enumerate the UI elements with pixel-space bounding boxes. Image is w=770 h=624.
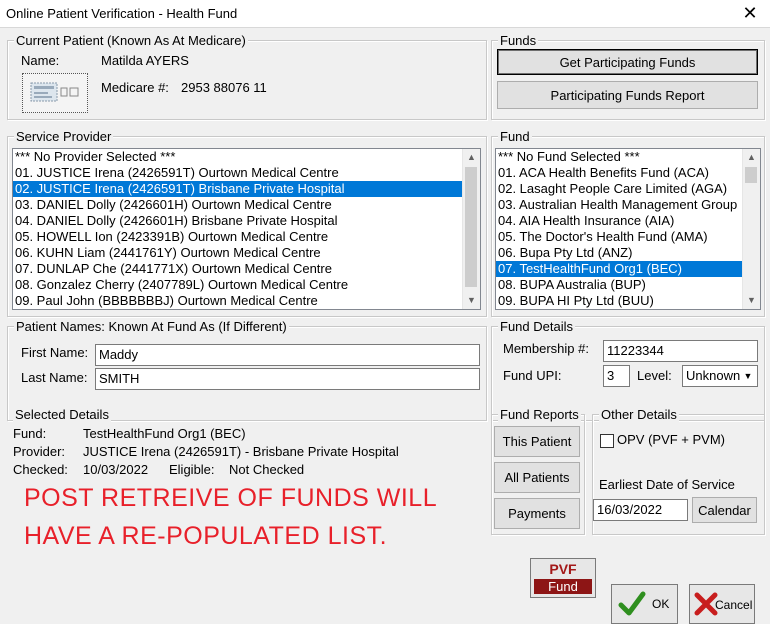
provider-list-item[interactable]: 09. Paul John (BBBBBBBJ) Ourtown Medical… xyxy=(13,293,480,309)
fund-upi-label: Fund UPI: xyxy=(503,368,562,383)
membership-label: Membership #: xyxy=(503,341,589,356)
checkmark-icon xyxy=(618,590,646,621)
selected-provider-label: Provider: xyxy=(13,444,66,459)
eligible-value: Not Checked xyxy=(229,462,305,477)
patient-names-legend: Patient Names: Known At Fund As (If Diff… xyxy=(14,319,289,334)
provider-list-item[interactable]: 08. Gonzalez Cherry (2407789L) Ourtown M… xyxy=(13,277,480,293)
fund-list-item[interactable]: 08. BUPA Australia (BUP) xyxy=(496,277,760,293)
scroll-up-icon[interactable]: ▲ xyxy=(463,149,480,166)
fund-legend: Fund xyxy=(498,129,532,144)
scroll-up-icon[interactable]: ▲ xyxy=(743,149,760,166)
medicare-label: Medicare #: xyxy=(101,80,169,95)
scroll-down-icon[interactable]: ▼ xyxy=(463,292,480,309)
fund-list-item[interactable]: 03. Australian Health Management Group xyxy=(496,197,760,213)
annotation-line-2: HAVE A RE-POPULATED LIST. xyxy=(24,522,388,550)
calendar-button[interactable]: Calendar xyxy=(692,497,757,523)
service-provider-legend: Service Provider xyxy=(14,129,114,144)
all-patients-button[interactable]: All Patients xyxy=(494,462,580,493)
checked-label: Checked: xyxy=(13,462,68,477)
level-label: Level: xyxy=(637,368,672,383)
opv-checkbox[interactable] xyxy=(600,434,614,448)
level-value: Unknown xyxy=(686,368,741,383)
checked-value: 10/03/2022 xyxy=(83,462,149,477)
first-name-field[interactable]: Maddy xyxy=(95,344,480,366)
fund-list-item[interactable]: 02. Lasaght People Care Limited (AGA) xyxy=(496,181,760,197)
provider-list-item[interactable]: 07. DUNLAP Che (2441771X) Ourtown Medica… xyxy=(13,261,480,277)
scroll-thumb[interactable] xyxy=(745,167,757,183)
medicare-card-icon[interactable] xyxy=(22,73,88,113)
provider-list-item[interactable]: 06. KUHN Liam (2441761Y) Ourtown Medical… xyxy=(13,245,480,261)
annotation-line-1: POST RETREIVE OF FUNDS WILL xyxy=(24,484,438,512)
eligible-label: Eligible: xyxy=(169,462,215,477)
provider-list-item[interactable]: 05. HOWELL Ion (2423391B) Ourtown Medica… xyxy=(13,229,480,245)
fund-list-item[interactable]: *** No Fund Selected *** xyxy=(496,149,760,165)
earliest-date-label: Earliest Date of Service xyxy=(599,477,735,492)
pvf-fund-button[interactable]: PVF Fund xyxy=(530,558,596,598)
fund-list-item[interactable]: 01. ACA Health Benefits Fund (ACA) xyxy=(496,165,760,181)
membership-field[interactable]: 11223344 xyxy=(603,340,758,362)
fund-reports-legend: Fund Reports xyxy=(498,407,581,422)
fund-list-item[interactable]: 09. BUPA HI Pty Ltd (BUU) xyxy=(496,293,760,309)
pvf-fund-label: Fund xyxy=(534,579,592,594)
last-name-label: Last Name: xyxy=(21,370,88,385)
provider-list-item[interactable]: 01. JUSTICE Irena (2426591T) Ourtown Med… xyxy=(13,165,480,181)
first-name-label: First Name: xyxy=(21,345,89,360)
fund-list-item[interactable]: 05. The Doctor's Health Fund (AMA) xyxy=(496,229,760,245)
get-participating-funds-button[interactable]: Get Participating Funds xyxy=(497,49,758,75)
cancel-label: Cancel xyxy=(715,598,753,612)
payments-button[interactable]: Payments xyxy=(494,498,580,529)
fund-details-legend: Fund Details xyxy=(498,319,575,334)
provider-list-item[interactable]: 04. DANIEL Dolly (2426601H) Brisbane Pri… xyxy=(13,213,480,229)
fund-list-item[interactable]: 04. AIA Health Insurance (AIA) xyxy=(496,213,760,229)
participating-funds-report-button[interactable]: Participating Funds Report xyxy=(497,81,758,109)
annotation-note: POST RETREIVE OF FUNDS WILL HAVE A RE-PO… xyxy=(24,479,437,555)
service-provider-list[interactable]: *** No Provider Selected *** 01. JUSTICE … xyxy=(12,148,481,310)
ok-button[interactable]: OK xyxy=(611,584,678,624)
dialog-body: Current Patient (Known As At Medicare) N… xyxy=(0,27,770,624)
fund-list-item[interactable]: 07. TestHealthFund Org1 (BEC) xyxy=(496,261,760,277)
close-icon[interactable]: ✕ xyxy=(738,1,762,25)
opv-label: OPV (PVF + PVM) xyxy=(617,432,725,447)
level-select[interactable]: Unknown ▼ xyxy=(682,365,758,387)
provider-list-item[interactable]: 03. DANIEL Dolly (2426601H) Ourtown Medi… xyxy=(13,197,480,213)
window-title: Online Patient Verification - Health Fun… xyxy=(6,6,238,21)
selected-details-legend: Selected Details xyxy=(13,407,111,422)
fund-upi-field[interactable]: 3 xyxy=(603,365,630,387)
this-patient-button[interactable]: This Patient xyxy=(494,426,580,457)
fund-list[interactable]: *** No Fund Selected *** 01. ACA Health B… xyxy=(495,148,761,310)
provider-scrollbar[interactable]: ▲ ▼ xyxy=(462,149,480,309)
other-details-legend: Other Details xyxy=(599,407,679,422)
fund-list-item[interactable]: 06. Bupa Pty Ltd (ANZ) xyxy=(496,245,760,261)
last-name-field[interactable]: SMITH xyxy=(95,368,480,390)
medicare-number: 2953 88076 11 xyxy=(181,80,267,95)
fund-scrollbar[interactable]: ▲ ▼ xyxy=(742,149,760,309)
patient-name: Matilda AYERS xyxy=(101,53,189,68)
selected-fund-label: Fund: xyxy=(13,426,47,441)
scroll-down-icon[interactable]: ▼ xyxy=(743,292,760,309)
earliest-date-field[interactable]: 16/03/2022 xyxy=(593,499,688,521)
cancel-button[interactable]: Cancel xyxy=(689,584,755,624)
scroll-thumb[interactable] xyxy=(465,167,477,287)
current-patient-legend: Current Patient (Known As At Medicare) xyxy=(14,33,248,48)
provider-list-item[interactable]: *** No Provider Selected *** xyxy=(13,149,480,165)
provider-list-item[interactable]: 02. JUSTICE Irena (2426591T) Brisbane Pr… xyxy=(13,181,480,197)
ok-label: OK xyxy=(652,597,670,611)
title-bar: Online Patient Verification - Health Fun… xyxy=(0,0,770,27)
funds-legend: Funds xyxy=(498,33,539,48)
chevron-down-icon[interactable]: ▼ xyxy=(740,367,756,385)
name-label: Name: xyxy=(21,53,60,68)
pvf-label: PVF xyxy=(549,561,577,577)
selected-fund-value: TestHealthFund Org1 (BEC) xyxy=(83,426,246,441)
selected-provider-value: JUSTICE Irena (2426591T) - Brisbane Priv… xyxy=(83,444,399,459)
